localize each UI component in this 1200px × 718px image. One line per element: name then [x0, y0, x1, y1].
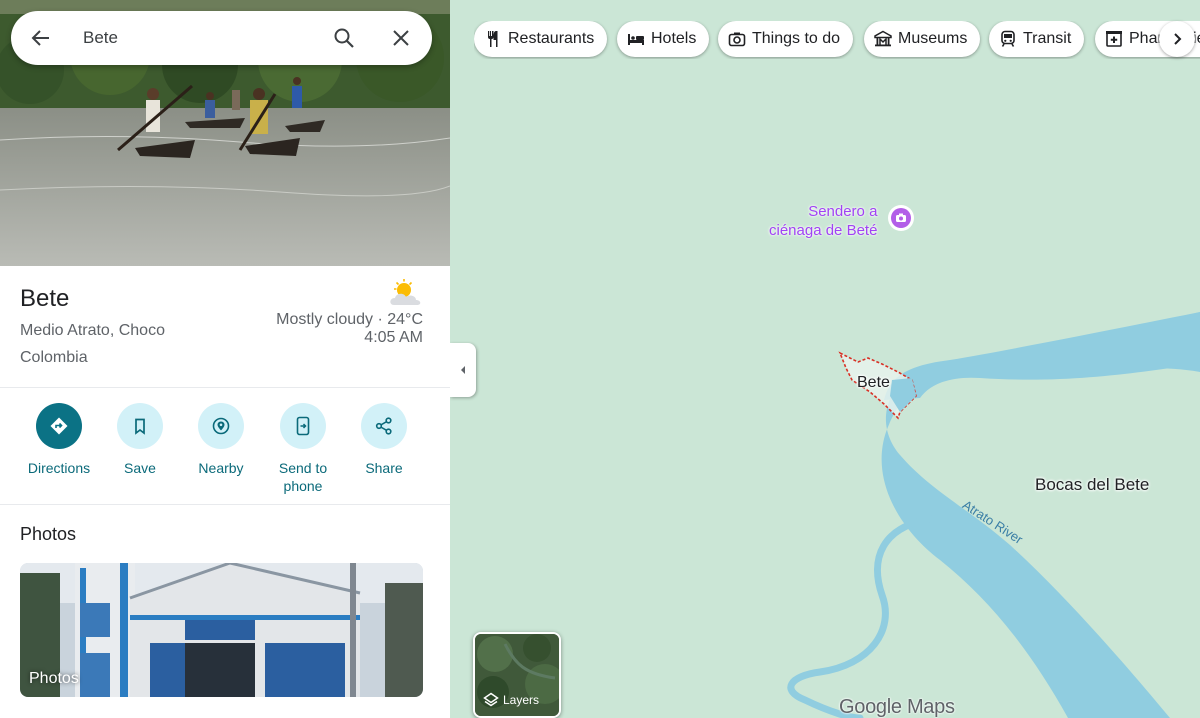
search-box: [11, 11, 432, 65]
building-photo: [20, 563, 423, 697]
chip-label: Museums: [898, 30, 968, 47]
chip-label: Hotels: [651, 30, 697, 47]
address-line1: Medio Atrato, Choco: [20, 322, 165, 339]
map-base: [450, 0, 1200, 718]
caret-left-icon: [461, 366, 465, 374]
save-circle: [117, 403, 163, 449]
layers-button[interactable]: Layers: [473, 632, 561, 718]
place-title: Bete: [20, 285, 70, 312]
nearby-button[interactable]: Nearby: [176, 403, 266, 477]
layers-label-group: Layers: [483, 692, 539, 708]
address-line2: Colombia: [20, 349, 88, 366]
share-circle: [361, 403, 407, 449]
send-to-phone-circle: [280, 403, 326, 449]
action-label: Send to phone: [278, 460, 328, 494]
poi-label-line2: ciénaga de Beté: [769, 222, 878, 239]
arrow-left-icon: [31, 30, 49, 46]
close-icon: [393, 30, 409, 46]
chip-label: Restaurants: [508, 30, 595, 47]
share-button[interactable]: Share: [339, 403, 429, 477]
divider: [0, 387, 450, 388]
chip-hotels[interactable]: Hotels: [617, 21, 710, 57]
utensils-icon: [484, 30, 502, 48]
weather-time: 4:05 AM: [364, 329, 423, 346]
poi-label[interactable]: Sendero a ciénaga de Beté: [769, 202, 877, 240]
divider: [0, 504, 450, 505]
camera-pin-icon: [891, 208, 911, 228]
pharmacy-icon: [1105, 30, 1123, 48]
photo-card[interactable]: Photos: [20, 563, 423, 697]
photo-card-label: Photos: [29, 670, 79, 687]
area-label[interactable]: Bocas del Bete: [1035, 475, 1149, 495]
chip-museums[interactable]: Museums: [864, 21, 981, 57]
save-button[interactable]: Save: [95, 403, 185, 477]
directions-button[interactable]: Directions: [14, 403, 104, 477]
search-button[interactable]: [332, 26, 356, 50]
poi-pin[interactable]: [888, 205, 914, 231]
action-label: Share: [365, 460, 403, 476]
chevron-right-icon: [1174, 33, 1182, 45]
chip-transit[interactable]: Transit: [989, 21, 1085, 57]
camera-icon: [728, 30, 746, 48]
close-button[interactable]: [389, 26, 413, 50]
nearby-circle: [198, 403, 244, 449]
send-to-phone-icon: [296, 416, 310, 436]
layers-label: Layers: [503, 693, 540, 707]
action-label: Directions: [27, 460, 91, 476]
category-chips: Restaurants Hotels Things to do Museums …: [474, 21, 1200, 59]
chips-scroll-right-button[interactable]: [1159, 21, 1195, 57]
photos-heading: Photos: [20, 524, 77, 544]
chip-things-to-do[interactable]: Things to do: [718, 21, 854, 57]
directions-circle: [36, 403, 82, 449]
partly-cloudy-icon: [386, 279, 424, 307]
search-input[interactable]: [83, 28, 313, 48]
town-label[interactable]: Bete: [857, 374, 890, 392]
back-button[interactable]: [29, 26, 53, 50]
send-to-phone-button[interactable]: Send to phone: [258, 403, 348, 495]
place-panel: Bete Medio Atrato, Choco Colombia Mostly…: [0, 0, 450, 718]
layers-icon: [483, 692, 499, 707]
search-icon: [334, 28, 354, 48]
chip-label: Things to do: [752, 30, 841, 47]
bookmark-icon: [135, 418, 145, 435]
action-label: Nearby: [198, 460, 244, 476]
google-maps-logo: Google Maps: [839, 696, 955, 718]
chip-label: Transit: [1023, 30, 1072, 47]
directions-icon: [50, 417, 68, 435]
collapse-panel-button[interactable]: [450, 343, 476, 397]
train-icon: [999, 30, 1017, 48]
chip-restaurants[interactable]: Restaurants: [474, 21, 608, 57]
poi-label-line1: Sendero a: [808, 203, 878, 220]
weather-condition: Mostly cloudy · 24°C: [276, 311, 423, 328]
bed-icon: [627, 30, 645, 48]
map-canvas[interactable]: Sendero a ciénaga de Beté Bete Bocas del…: [450, 0, 1200, 718]
nearby-icon: [212, 417, 230, 435]
action-label: Save: [124, 460, 156, 476]
museum-icon: [874, 30, 892, 48]
share-icon: [375, 417, 392, 435]
